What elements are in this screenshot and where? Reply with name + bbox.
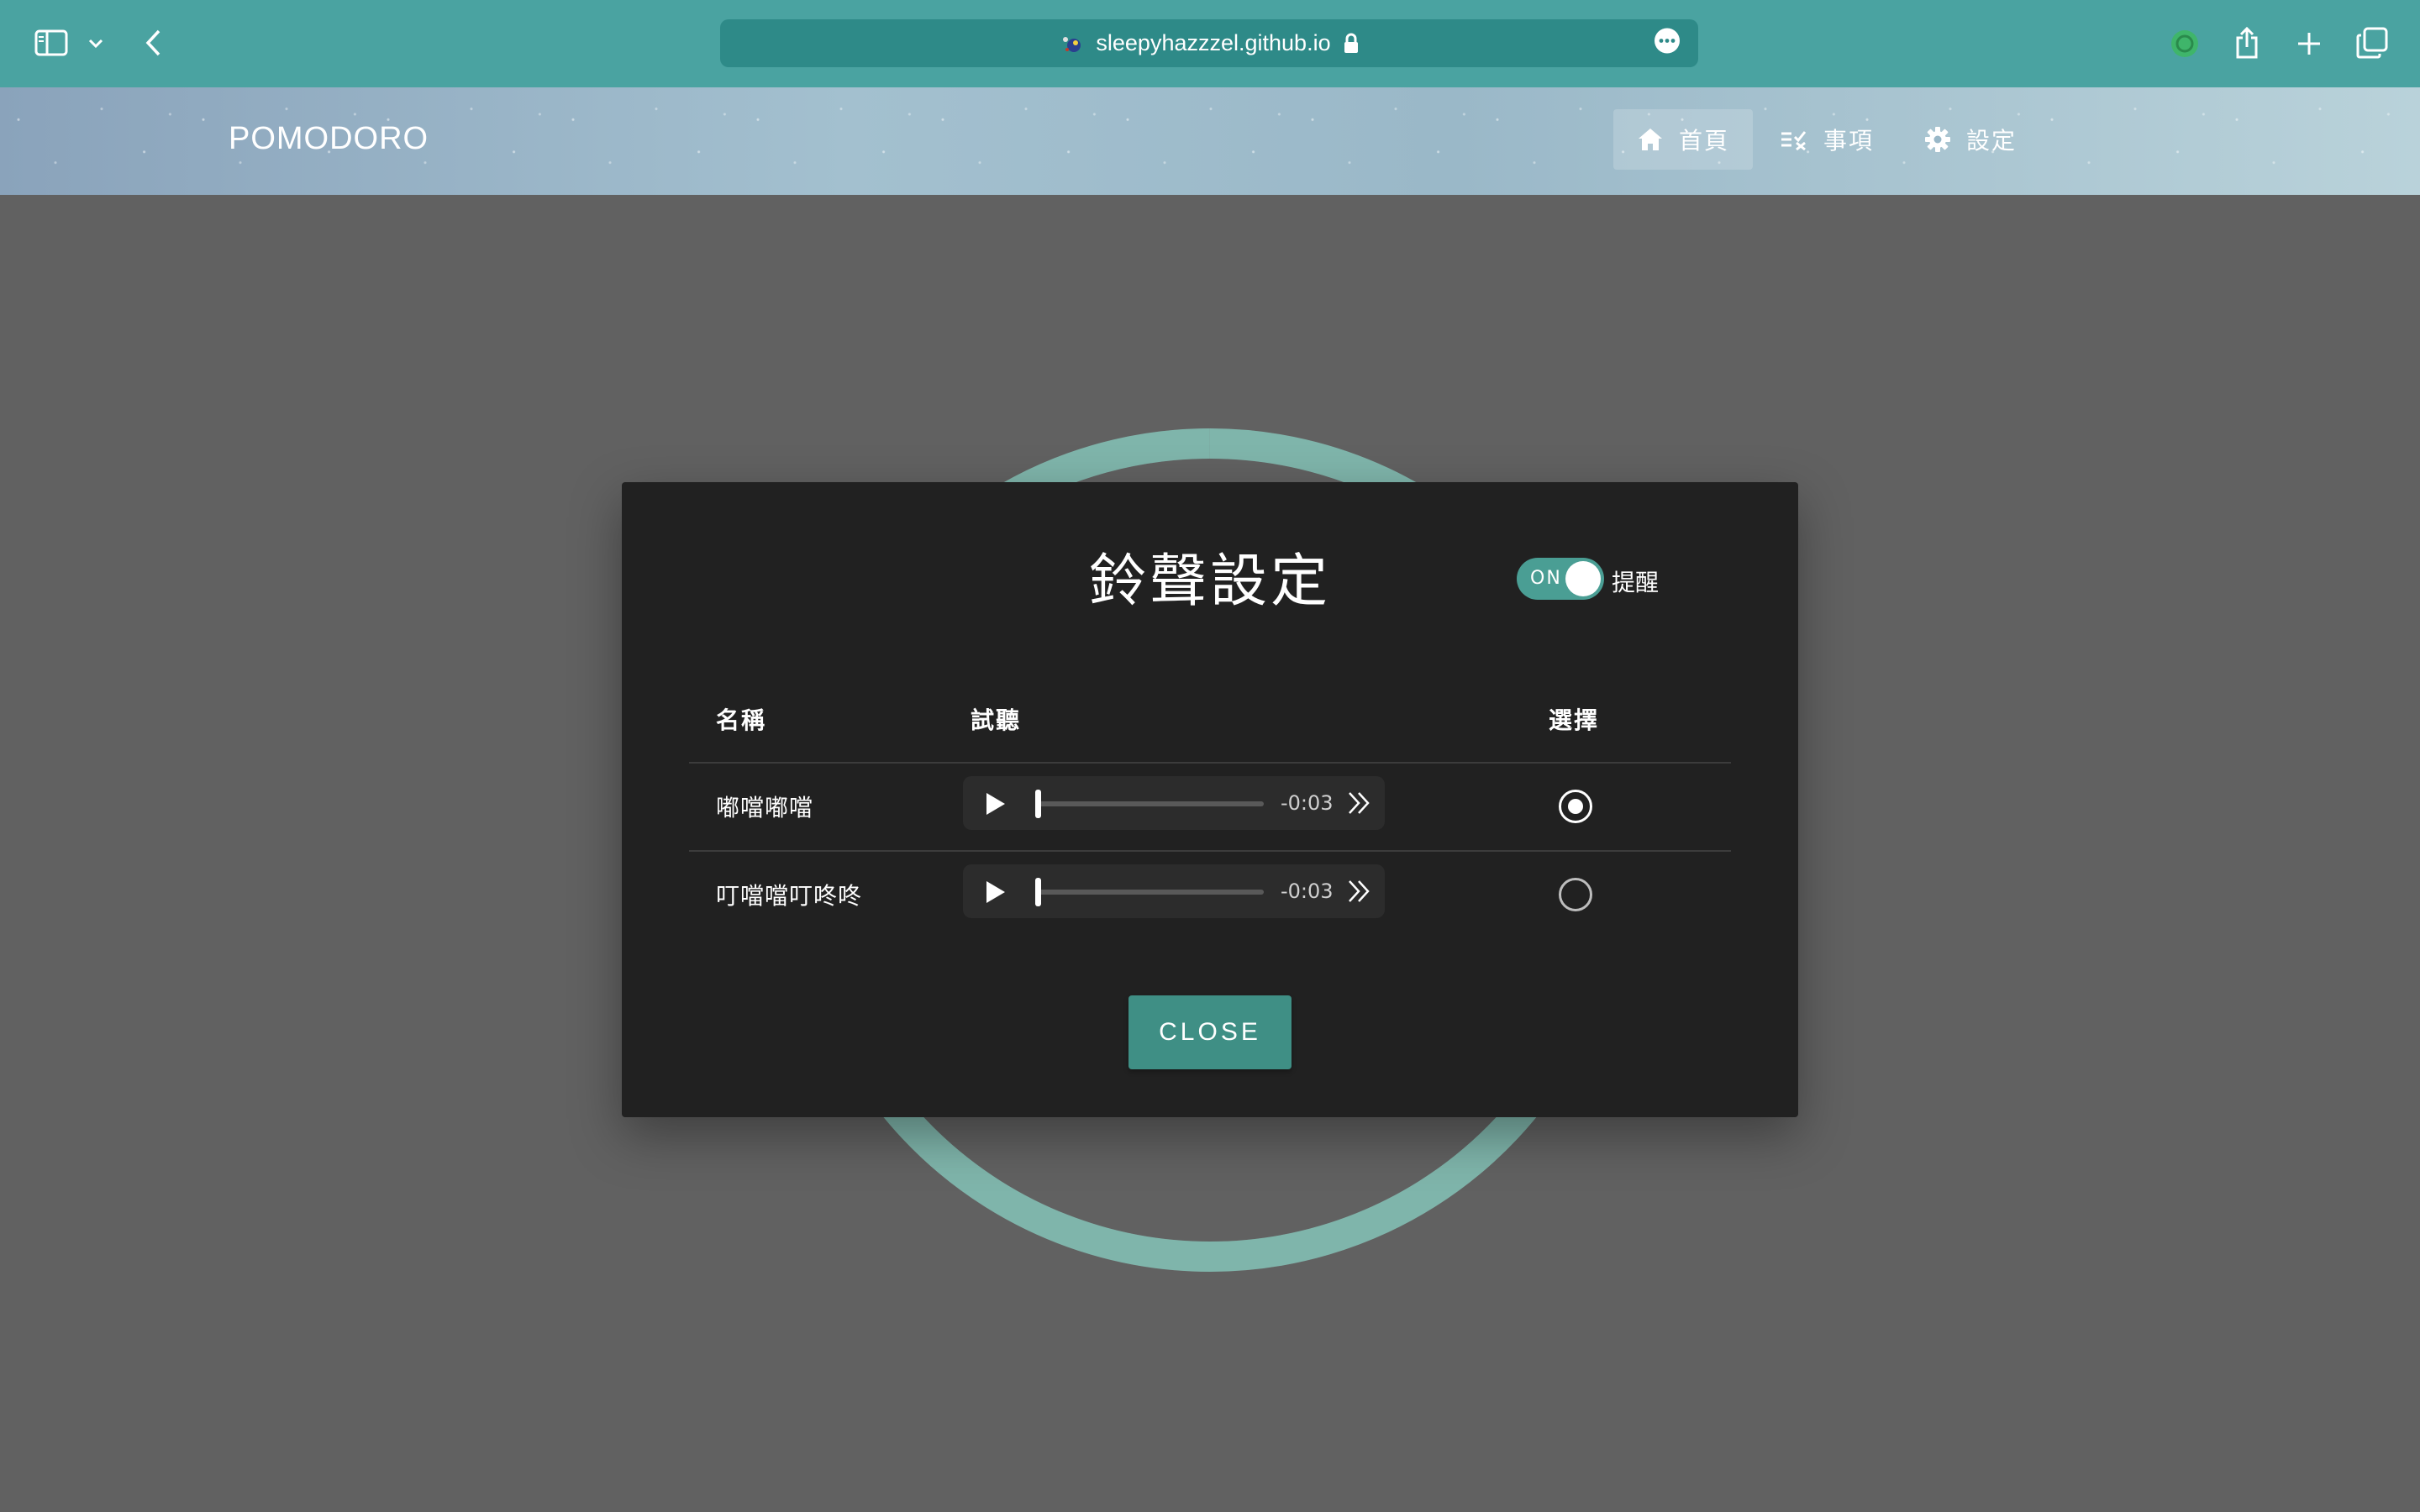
audio-seek-thumb[interactable]: [1035, 878, 1041, 906]
reminder-toggle[interactable]: ON: [1517, 558, 1604, 600]
nav-item-home[interactable]: 首頁: [1612, 109, 1753, 170]
audio-player: -0:03: [963, 864, 1385, 918]
nav-label-settings: 設定: [1965, 127, 2017, 155]
app-title[interactable]: POMODORO: [229, 121, 429, 157]
audio-time-remaining: -0:03: [1281, 879, 1334, 903]
table-divider: [689, 850, 1731, 852]
column-header-select: 選擇: [1549, 706, 1600, 734]
nav-item-settings[interactable]: 設定: [1901, 109, 2040, 170]
nav-label-home: 首頁: [1678, 127, 1729, 155]
skip-forward-icon[interactable]: [1346, 879, 1373, 907]
column-header-name: 名稱: [716, 706, 767, 734]
close-button[interactable]: CLOSE: [1128, 995, 1292, 1069]
column-header-preview: 試聽: [971, 706, 1022, 734]
play-icon[interactable]: [983, 791, 1007, 820]
gear-icon: [1924, 126, 1951, 153]
checklist-icon: [1780, 129, 1808, 150]
toggle-state-text: ON: [1530, 568, 1562, 589]
audio-seek-thumb[interactable]: [1035, 790, 1041, 818]
ringtone-name: 叮噹噹叮咚咚: [716, 882, 863, 910]
main-nav: 首頁 事項 設定: [1612, 109, 2040, 170]
table-divider: [689, 762, 1731, 764]
nav-label-tasks: 事項: [1823, 127, 1874, 155]
skip-forward-icon[interactable]: [1346, 790, 1373, 819]
audio-seek-track[interactable]: [1037, 801, 1264, 806]
ringtone-radio[interactable]: [1559, 878, 1592, 911]
audio-time-remaining: -0:03: [1281, 791, 1334, 815]
home-icon: [1637, 127, 1664, 152]
play-icon[interactable]: [983, 879, 1007, 908]
reminder-toggle-label: 提醒: [1612, 569, 1660, 596]
audio-seek-track[interactable]: [1037, 890, 1264, 895]
nav-item-tasks[interactable]: 事項: [1756, 109, 1897, 170]
ringtone-name: 嘟噹嘟噹: [716, 794, 814, 822]
ringtone-settings-dialog: 鈴聲設定 ON 提醒 名稱 試聽 選擇 嘟噹嘟噹 -0:03 叮噹噹叮咚咚 -0…: [622, 482, 1798, 1117]
audio-player: -0:03: [963, 776, 1385, 830]
toggle-knob: [1565, 561, 1601, 596]
ringtone-radio-selected[interactable]: [1559, 790, 1592, 823]
